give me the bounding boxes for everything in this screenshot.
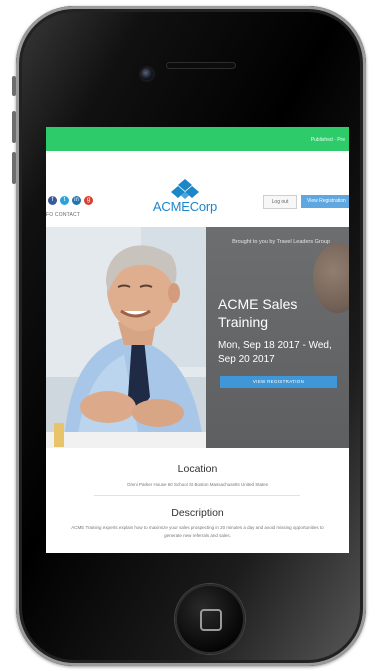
section-divider bbox=[94, 495, 300, 496]
site-header: f t in g ACMECorp Log out View Registrat… bbox=[46, 151, 349, 214]
home-square-icon bbox=[200, 609, 222, 631]
acme-logo[interactable]: ACMECorp bbox=[140, 179, 230, 214]
facebook-icon[interactable]: f bbox=[48, 196, 57, 205]
description-text: ACME Training experts explain how to max… bbox=[71, 525, 324, 538]
linkedin-icon[interactable]: in bbox=[72, 196, 81, 205]
front-camera bbox=[141, 68, 153, 80]
nav-menu[interactable]: FO CONTACT bbox=[46, 212, 80, 218]
event-dates: Mon, Sep 18 2017 - Wed, Sep 20 2017 bbox=[218, 340, 332, 365]
logout-button[interactable]: Log out bbox=[263, 195, 297, 209]
screen: Published · Pre f t in g ACMECorp Log ou… bbox=[46, 127, 349, 553]
view-registration-header-button[interactable]: View Registration bbox=[301, 195, 349, 208]
volume-up-button bbox=[12, 111, 16, 143]
twitter-icon[interactable]: t bbox=[60, 196, 69, 205]
promo-text: Published · Pre bbox=[310, 137, 345, 143]
logo-acme-text: ACME bbox=[152, 199, 190, 214]
view-registration-button[interactable]: VIEW REGISTRATION bbox=[220, 376, 337, 388]
acme-diamond-icon bbox=[171, 179, 199, 199]
hero-photo-businessman bbox=[46, 227, 206, 448]
volume-down-button bbox=[12, 152, 16, 184]
social-icons: f t in g bbox=[48, 196, 93, 205]
silent-switch bbox=[12, 76, 16, 96]
event-title: ACME Sales Training bbox=[218, 296, 298, 330]
location-heading: Location bbox=[177, 463, 218, 475]
brought-by-text: Brought to you by Travel Leaders Group bbox=[232, 239, 330, 245]
top-announcement-bar: Published · Pre bbox=[46, 127, 349, 151]
businessman-illustration bbox=[46, 227, 206, 448]
location-address: Omni Parker House 60 School St Boston Ma… bbox=[126, 482, 269, 487]
earpiece-speaker bbox=[166, 62, 236, 69]
event-info-panel: Brought to you by Travel Leaders Group A… bbox=[206, 227, 349, 448]
google-plus-icon[interactable]: g bbox=[84, 196, 93, 205]
description-heading: Description bbox=[171, 507, 224, 519]
home-button[interactable] bbox=[175, 584, 245, 654]
logo-corp-text: Corp bbox=[189, 199, 218, 214]
hero-banner: Brought to you by Travel Leaders Group A… bbox=[46, 227, 349, 448]
